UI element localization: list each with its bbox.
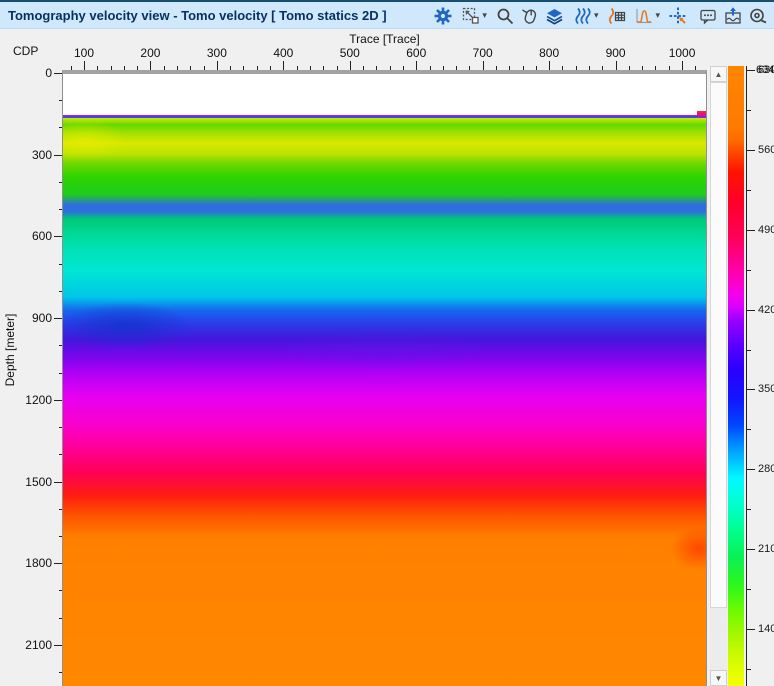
colorbar-tick-major <box>746 150 755 151</box>
colorbar-tick-major <box>746 469 755 470</box>
trace-tick-major <box>84 61 85 70</box>
measure-tape-icon[interactable] <box>746 4 770 28</box>
colorbar-tick-major <box>746 70 755 71</box>
velocity-colorbar <box>728 66 744 686</box>
depth-tick-label: 900 <box>12 311 52 325</box>
trace-tick-major <box>217 61 218 70</box>
trace-axis-title: Trace [Trace] <box>62 32 707 46</box>
colorbar-tick-minor <box>746 509 751 510</box>
colorbar-tick-major <box>746 310 755 311</box>
trace-tick-major <box>682 61 683 70</box>
layers-icon[interactable] <box>543 4 567 28</box>
trace-tick-label: 300 <box>195 46 239 60</box>
scroll-up-button[interactable]: ▲ <box>710 66 727 82</box>
magnifier-icon[interactable] <box>493 4 517 28</box>
scrollbar-thumb[interactable] <box>710 82 727 608</box>
colorbar-tick-major <box>746 549 755 550</box>
trace-tick-label: 700 <box>461 46 505 60</box>
cdp-label: CDP <box>13 44 38 58</box>
depth-tick-label: 1200 <box>12 393 52 407</box>
depth-tick-label: 300 <box>12 148 52 162</box>
chevron-down-icon: ▾ <box>655 10 660 21</box>
colorbar-tick-minor <box>746 669 751 670</box>
trace-tick-label: 500 <box>328 46 372 60</box>
window-title: Tomography velocity view - Tomo velocity… <box>0 8 387 23</box>
velocity-image[interactable] <box>63 118 706 686</box>
trace-tick-label: 900 <box>594 46 638 60</box>
mouse-mode-icon[interactable] <box>518 4 542 28</box>
colorbar-tick-label: 3500 <box>758 383 774 396</box>
colorbar-tick-minor <box>746 270 751 271</box>
trace-tick-label: 100 <box>62 46 106 60</box>
zoom-selection-icon[interactable]: ▾ <box>461 4 487 28</box>
depth-tick-label: 600 <box>12 229 52 243</box>
trace-tick-major <box>350 61 351 70</box>
comment-icon[interactable] <box>696 4 720 28</box>
colorbar-tick-label: 2100 <box>758 543 774 556</box>
trace-tick-label: 400 <box>261 46 305 60</box>
colorbar-tick-minor <box>746 589 751 590</box>
colorbar-tick-minor <box>746 429 751 430</box>
trace-tick-label: 600 <box>394 46 438 60</box>
picking-crosshair-icon[interactable] <box>666 4 690 28</box>
wiggle-traces-icon[interactable]: ▾ <box>573 4 599 28</box>
colorbar-tick-minor <box>746 110 751 111</box>
trace-tick-major <box>549 61 550 70</box>
colorbar-tick-major <box>746 629 755 630</box>
vertical-scrollbar[interactable]: ▲ ▼ <box>710 66 727 686</box>
trace-tick-major <box>483 61 484 70</box>
trace-tick-major <box>616 61 617 70</box>
colorbar-tick-minor <box>746 190 751 191</box>
export-image-icon[interactable] <box>721 4 745 28</box>
trace-tick-label: 200 <box>128 46 172 60</box>
trace-table-icon[interactable] <box>604 4 628 28</box>
settings-gear-icon[interactable] <box>431 4 455 28</box>
toolbar: ▾ <box>431 2 770 29</box>
trace-tick-major <box>150 61 151 70</box>
colorbar-tick-label: 2800 <box>758 463 774 476</box>
colorbar-tick-label: 4200 <box>758 304 774 317</box>
chevron-down-icon: ▾ <box>594 10 599 21</box>
scroll-down-button[interactable]: ▼ <box>710 670 727 686</box>
colorbar-tick-major <box>746 230 755 231</box>
colorbar-tick-minor <box>746 350 751 351</box>
velocity-section-panel[interactable] <box>62 70 707 686</box>
trace-tick-label: 1000 <box>660 46 704 60</box>
tomography-velocity-window: Tomography velocity view - Tomo velocity… <box>0 0 774 686</box>
depth-tick-label: 0 <box>12 66 52 80</box>
trace-tick-label: 800 <box>527 46 571 60</box>
colorbar-max-label: 6345.4 <box>756 64 774 76</box>
trace-tick-major <box>416 61 417 70</box>
depth-tick-label: 2100 <box>12 638 52 652</box>
chevron-down-icon: ▾ <box>482 10 487 21</box>
colorbar-tick-major <box>746 389 755 390</box>
trace-tick-major <box>283 61 284 70</box>
histogram-icon[interactable]: ▾ <box>634 4 660 28</box>
colorbar-tick-label: 4900 <box>758 224 774 237</box>
colorbar-tick-label: 1400 <box>758 623 774 636</box>
colorbar-tick-label: 5600 <box>758 144 774 157</box>
depth-tick-label: 1800 <box>12 556 52 570</box>
depth-tick-label: 1500 <box>12 475 52 489</box>
horizon-edge-blip <box>697 111 706 117</box>
colorbar-axis-line <box>746 66 747 686</box>
